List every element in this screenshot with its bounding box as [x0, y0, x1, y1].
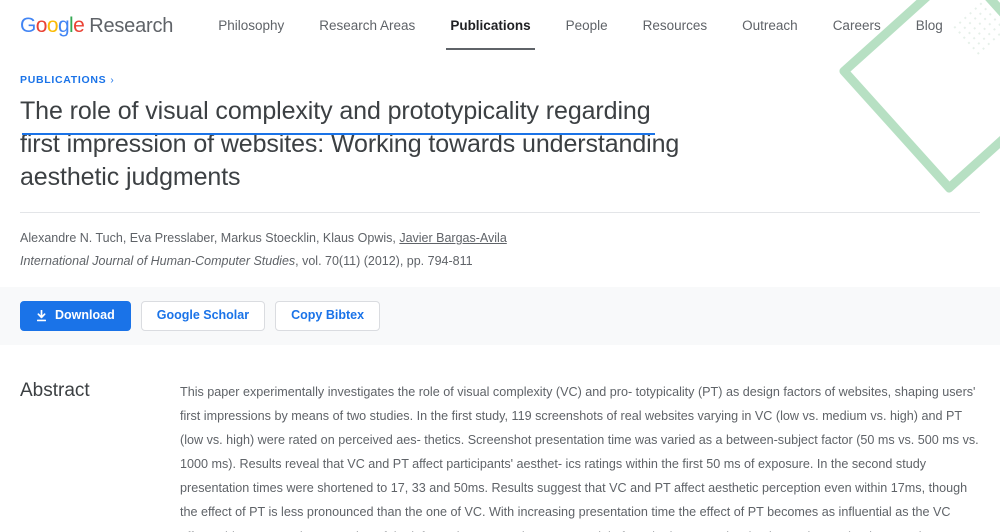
download-button[interactable]: Download: [20, 300, 131, 331]
publication-metadata: Alexandre N. Tuch, Eva Presslaber, Marku…: [0, 213, 1000, 271]
nav-item-label: People: [565, 18, 608, 33]
breadcrumb-label-publications: PUBLICATIONS: [20, 74, 107, 86]
brand-word-research: Research: [89, 15, 174, 37]
nav-item-people[interactable]: People: [565, 2, 609, 50]
google-research-logo[interactable]: Google Research: [20, 14, 173, 38]
copy-bibtex-button-label: Copy Bibtex: [291, 308, 365, 323]
nav-items-list: Philosophy Research Areas Publications P…: [217, 2, 944, 50]
nav-item-label: Resources: [642, 18, 708, 33]
abstract-heading: Abstract: [20, 379, 90, 401]
logo-letter-o1: o: [35, 14, 48, 37]
nav-item-label: Research Areas: [319, 18, 416, 33]
publication-page: Google Research Philosophy Research Area…: [0, 0, 1000, 532]
google-scholar-button-label: Google Scholar: [156, 308, 250, 323]
nav-item-label: Publications: [450, 18, 531, 33]
top-navigation-bar: Google Research Philosophy Research Area…: [0, 0, 1000, 52]
nav-item-blog[interactable]: Blog: [915, 2, 944, 50]
nav-item-resources[interactable]: Resources: [642, 2, 709, 50]
logo-letter-e: e: [73, 14, 85, 37]
author-link-javier-bargas-avila[interactable]: Javier Bargas-Avila: [399, 231, 506, 245]
nav-item-publications[interactable]: Publications: [446, 2, 535, 50]
nav-item-research-areas[interactable]: Research Areas: [318, 2, 416, 50]
nav-item-label: Careers: [832, 18, 881, 33]
venue-details: , vol. 70(11) (2012), pp. 794-811: [295, 253, 473, 268]
copy-bibtex-button[interactable]: Copy Bibtex: [275, 300, 381, 331]
venue-citation: International Journal of Human-Computer …: [20, 252, 980, 271]
nav-item-outreach[interactable]: Outreach: [741, 2, 799, 50]
abstract-section: Abstract This paper experimentally inves…: [0, 345, 1000, 532]
nav-item-label: Outreach: [742, 18, 798, 33]
logo-letter-o2: o: [46, 14, 59, 37]
download-icon: [36, 309, 47, 322]
nav-item-label: Philosophy: [218, 18, 285, 33]
logo-letter-g2: g: [57, 14, 70, 37]
nav-item-careers[interactable]: Careers: [832, 2, 882, 50]
page-title: The role of visual complexity and protot…: [20, 97, 680, 191]
action-button-bar: Download Google Scholar Copy Bibtex: [0, 286, 1000, 345]
breadcrumb[interactable]: PUBLICATIONS ›: [20, 74, 980, 86]
google-wordmark-icon: Google: [20, 14, 85, 38]
nav-item-philosophy[interactable]: Philosophy: [217, 2, 285, 50]
download-button-label: Download: [55, 308, 115, 323]
authors-plain: Alexandre N. Tuch, Eva Presslaber, Marku…: [20, 231, 400, 245]
google-scholar-button[interactable]: Google Scholar: [140, 300, 266, 331]
venue-name: International Journal of Human-Computer …: [20, 253, 296, 268]
abstract-body-text: This paper experimentally investigates t…: [180, 384, 979, 532]
chevron-right-icon: ›: [110, 74, 115, 86]
author-list: Alexandre N. Tuch, Eva Presslaber, Marku…: [20, 229, 980, 248]
logo-letter-g1: G: [20, 14, 36, 37]
nav-item-label: Blog: [915, 18, 943, 33]
blue-annotation-line: [22, 133, 655, 135]
